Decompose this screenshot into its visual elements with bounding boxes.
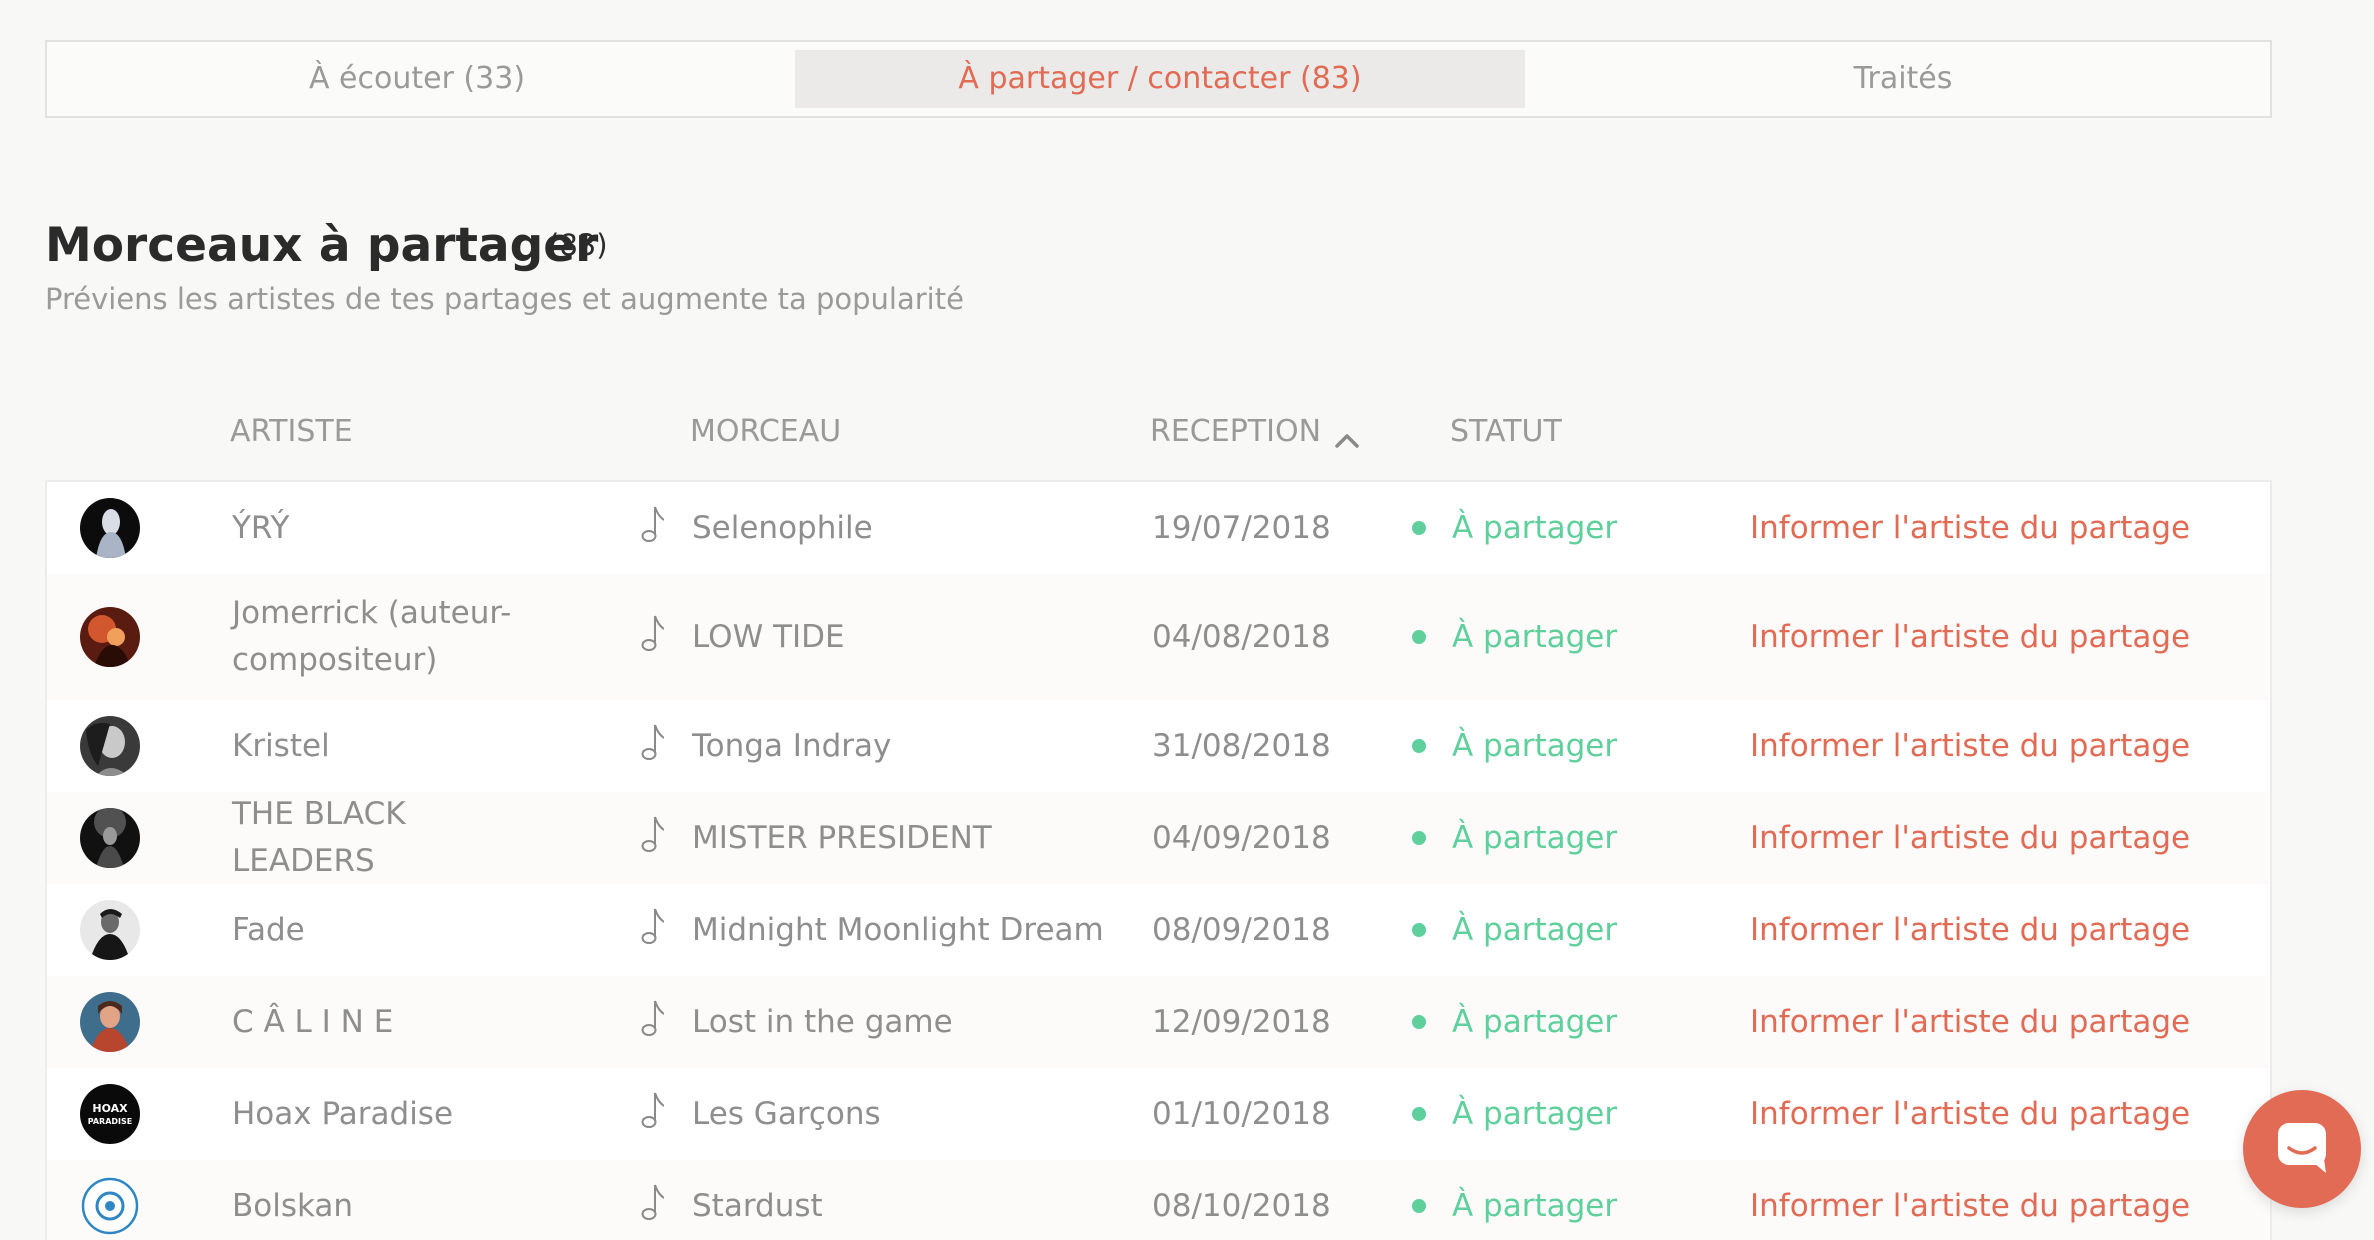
table-row: C Â L I N E Lost in the game 12/09/2018 … [47, 976, 2270, 1068]
table-row: Bolskan Stardust 08/10/2018 À partager I… [47, 1160, 2270, 1240]
reception-date: 08/09/2018 [1152, 912, 1331, 948]
track-title[interactable]: Lost in the game [692, 976, 1112, 1068]
status-dot-icon [1412, 521, 1426, 535]
avatar-logo-text-1: HOAX [92, 1102, 128, 1115]
chat-bubble-icon [2272, 1117, 2332, 1181]
table-row: Kristel Tonga Indray 31/08/2018 À partag… [47, 700, 2270, 792]
avatar-logo-text-2: PARADISE [88, 1117, 133, 1126]
table-row: ÝRÝ Selenophile 19/07/2018 À partager In… [47, 482, 2270, 574]
status-label: À partager [1452, 728, 1618, 764]
track-title[interactable]: Les Garçons [692, 1068, 1112, 1160]
reception-date: 04/08/2018 [1152, 619, 1331, 655]
status-label: À partager [1452, 1096, 1618, 1132]
table-row: HOAX PARADISE Hoax Paradise Les Garçons 0… [47, 1068, 2270, 1160]
tracks-table: ÝRÝ Selenophile 19/07/2018 À partager In… [45, 480, 2272, 1240]
status-dot-icon [1412, 1199, 1426, 1213]
column-header-status[interactable]: STATUT [1450, 414, 1562, 449]
inform-artist-link[interactable]: Informer l'artiste du partage [1750, 792, 2230, 884]
status-label: À partager [1452, 619, 1618, 655]
inform-artist-link[interactable]: Informer l'artiste du partage [1750, 1160, 2230, 1240]
artist-avatar [80, 992, 140, 1052]
music-note-icon [638, 722, 665, 770]
table-row: THE BLACK LEADERS MISTER PRESIDENT 04/09… [47, 792, 2270, 884]
page-title: Morceaux à partager [45, 218, 599, 273]
column-header-reception[interactable]: RECEPTION [1150, 414, 1361, 449]
column-header-track[interactable]: MORCEAU [690, 414, 841, 449]
page-subtitle: Préviens les artistes de tes partages et… [45, 282, 964, 316]
tab-bar: À écouter (33) À partager / contacter (8… [45, 40, 2272, 118]
track-title[interactable]: Midnight Moonlight Dream [692, 884, 1112, 976]
artist-avatar [80, 808, 140, 868]
tab-traites[interactable]: Traités [1533, 50, 2273, 108]
inform-artist-link[interactable]: Informer l'artiste du partage [1750, 1068, 2230, 1160]
status-label: À partager [1452, 820, 1618, 856]
music-note-icon [638, 1090, 665, 1138]
artist-avatar [80, 900, 140, 960]
music-note-icon [638, 998, 665, 1046]
table-row: Fade Midnight Moonlight Dream 08/09/2018… [47, 884, 2270, 976]
music-note-icon [638, 814, 665, 862]
artist-name[interactable]: Kristel [232, 700, 542, 792]
music-note-icon [638, 906, 665, 954]
artist-name[interactable]: Fade [232, 884, 542, 976]
column-header-reception-label: RECEPTION [1150, 414, 1322, 449]
track-title[interactable]: Stardust [692, 1160, 1112, 1240]
reception-date: 19/07/2018 [1152, 510, 1331, 546]
artist-avatar: HOAX PARADISE [80, 1084, 140, 1144]
artist-name[interactable]: Bolskan [232, 1160, 542, 1240]
chat-button[interactable] [2243, 1090, 2361, 1208]
status-dot-icon [1412, 1107, 1426, 1121]
inform-artist-link[interactable]: Informer l'artiste du partage [1750, 700, 2230, 792]
page-title-count: (83) [548, 228, 608, 262]
status-dot-icon [1412, 630, 1426, 644]
artist-name[interactable]: Jomerrick (auteur-compositeur) [232, 574, 542, 700]
status-dot-icon [1412, 923, 1426, 937]
inform-artist-link[interactable]: Informer l'artiste du partage [1750, 574, 2230, 700]
track-title[interactable]: Selenophile [692, 482, 1112, 574]
tab-a-partager[interactable]: À partager / contacter (83) [795, 50, 1525, 108]
tab-a-ecouter[interactable]: À écouter (33) [47, 50, 787, 108]
status-dot-icon [1412, 1015, 1426, 1029]
artist-avatar [80, 716, 140, 776]
status-dot-icon [1412, 831, 1426, 845]
reception-date: 31/08/2018 [1152, 728, 1331, 764]
music-note-icon [638, 504, 665, 552]
artist-name[interactable]: Hoax Paradise [232, 1068, 542, 1160]
chevron-up-icon[interactable] [1333, 423, 1361, 448]
reception-date: 12/09/2018 [1152, 1004, 1331, 1040]
reception-date: 04/09/2018 [1152, 820, 1331, 856]
status-label: À partager [1452, 1188, 1618, 1224]
artist-name[interactable]: C Â L I N E [232, 976, 542, 1068]
status-label: À partager [1452, 912, 1618, 948]
status-dot-icon [1412, 739, 1426, 753]
artist-avatar [80, 1176, 140, 1236]
reception-date: 01/10/2018 [1152, 1096, 1331, 1132]
inform-artist-link[interactable]: Informer l'artiste du partage [1750, 976, 2230, 1068]
column-header-artist[interactable]: ARTISTE [230, 414, 353, 449]
table-row: Jomerrick (auteur-compositeur) LOW TIDE … [47, 574, 2270, 700]
reception-date: 08/10/2018 [1152, 1188, 1331, 1224]
artist-avatar [80, 498, 140, 558]
status-label: À partager [1452, 510, 1618, 546]
inform-artist-link[interactable]: Informer l'artiste du partage [1750, 482, 2230, 574]
inform-artist-link[interactable]: Informer l'artiste du partage [1750, 884, 2230, 976]
artist-name[interactable]: THE BLACK LEADERS [232, 792, 542, 884]
track-title[interactable]: Tonga Indray [692, 700, 1112, 792]
music-note-icon [638, 613, 665, 661]
music-note-icon [638, 1182, 665, 1230]
status-label: À partager [1452, 1004, 1618, 1040]
artist-avatar [80, 607, 140, 667]
track-title[interactable]: LOW TIDE [692, 574, 1112, 700]
artist-name[interactable]: ÝRÝ [232, 482, 542, 574]
track-title[interactable]: MISTER PRESIDENT [692, 792, 1112, 884]
